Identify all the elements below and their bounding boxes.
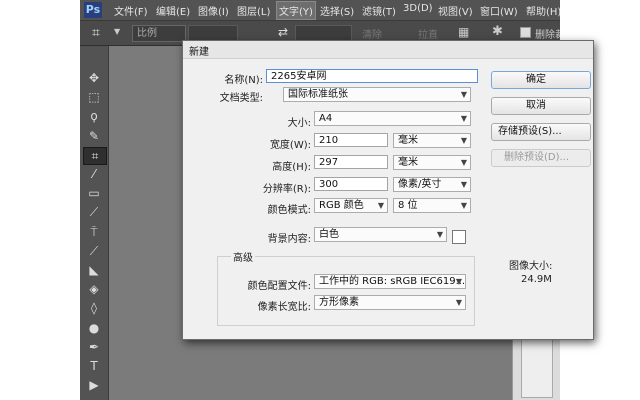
width-input[interactable]: 210: [314, 133, 388, 147]
color-mode-select[interactable]: RGB 颜色 ▼: [314, 198, 388, 213]
size-value: A4: [319, 113, 333, 124]
blur-icon[interactable]: ◊: [83, 300, 105, 316]
chevron-down-icon: ▼: [460, 114, 467, 123]
menu-file[interactable]: 文件(F): [114, 3, 148, 18]
crop-icon[interactable]: ⌗: [83, 146, 107, 165]
height-label: 高度(H):: [272, 162, 311, 173]
color-mode-value: RGB 颜色: [319, 200, 364, 211]
chevron-down-icon[interactable]: ▼: [114, 27, 120, 36]
dialog-titlebar: 新建: [183, 41, 593, 59]
background-value: 白色: [319, 229, 339, 240]
right-panel: [512, 330, 560, 400]
chevron-down-icon: ▼: [460, 201, 467, 210]
chevron-down-icon: ▼: [455, 298, 462, 307]
resolution-unit-select[interactable]: 像素/英寸 ▼: [393, 177, 471, 192]
menu-layer[interactable]: 图层(L): [237, 3, 270, 18]
save-preset-button[interactable]: 存储预设(S)...: [491, 123, 591, 141]
menu-type[interactable]: 文字(Y): [276, 1, 316, 20]
chevron-down-icon: ▼: [460, 180, 467, 189]
crop-tool-icon[interactable]: ⌗: [92, 25, 100, 41]
color-mode-label: 颜色模式:: [267, 205, 311, 216]
chevron-down-icon: ▼: [460, 136, 467, 145]
menu-select[interactable]: 选择(S): [320, 3, 354, 18]
bit-depth-select[interactable]: 8 位 ▼: [393, 198, 471, 213]
stamp-icon[interactable]: ⍑: [83, 224, 105, 240]
background-select[interactable]: 白色 ▼: [314, 227, 447, 242]
menu-3d[interactable]: 3D(D): [403, 3, 433, 14]
brush-icon[interactable]: ⟋: [83, 204, 105, 220]
paint-bucket-icon[interactable]: ◈: [83, 281, 105, 297]
name-input[interactable]: 2265安卓网: [266, 69, 478, 83]
width-label: 宽度(W):: [269, 140, 311, 151]
profile-label: 颜色配置文件:: [247, 281, 311, 292]
name-label: 名称(N):: [224, 75, 263, 86]
menu-bar: Ps 文件(F) 编辑(E) 图像(I) 图层(L) 文字(Y) 选择(S) 滤…: [80, 0, 560, 21]
menu-filter[interactable]: 滤镜(T): [362, 3, 396, 18]
delete-cropped-label: 删除裁: [535, 30, 560, 41]
pixel-aspect-label: 像素长宽比:: [257, 302, 311, 313]
menu-help[interactable]: 帮助(H): [526, 3, 560, 18]
doc-type-select[interactable]: 国际标准纸张 ▼: [283, 87, 471, 102]
lasso-icon[interactable]: ϙ: [83, 108, 105, 124]
profile-value: 工作中的 RGB: sRGB IEC619...: [319, 276, 466, 287]
marquee-icon[interactable]: ⬚: [83, 89, 105, 105]
clear-button[interactable]: 清除: [362, 26, 382, 41]
healing-icon[interactable]: ▭: [83, 185, 105, 201]
new-document-dialog: 新建 名称(N): 2265安卓网 文档类型: 国际标准纸张 ▼ 大小: A4 …: [182, 40, 594, 340]
background-color-swatch[interactable]: [452, 230, 466, 244]
resolution-input[interactable]: 300: [314, 177, 388, 191]
doc-type-label: 文档类型:: [219, 93, 263, 104]
eraser-icon[interactable]: ◣: [83, 262, 105, 278]
chevron-down-icon: ▼: [460, 158, 467, 167]
move-icon[interactable]: ✥: [83, 70, 105, 86]
panel-content: [521, 336, 553, 398]
chevron-down-icon: ▼: [455, 277, 462, 286]
tools-panel: ✥ ⬚ ϙ ✎ ⌗ ⁄ ▭ ⟋ ⍑ ⟋ ◣ ◈ ◊ ● ✒ T ▶: [80, 46, 109, 400]
dodge-icon[interactable]: ●: [83, 320, 105, 336]
chevron-down-icon: ▼: [460, 90, 467, 99]
cancel-button[interactable]: 取消: [491, 97, 591, 115]
dialog-title: 新建: [189, 47, 209, 58]
height-unit-value: 毫米: [398, 157, 418, 168]
type-icon[interactable]: T: [83, 358, 105, 374]
gear-icon[interactable]: ✱: [492, 24, 503, 39]
ps-logo: Ps: [84, 2, 102, 18]
chevron-down-icon: ▼: [377, 201, 384, 210]
history-brush-icon[interactable]: ⟋: [83, 243, 105, 259]
pixel-aspect-select[interactable]: 方形像素 ▼: [314, 295, 466, 310]
eyedropper-icon[interactable]: ⁄: [83, 166, 105, 182]
height-unit-select[interactable]: 毫米 ▼: [393, 155, 471, 170]
menu-edit[interactable]: 编辑(E): [156, 3, 190, 18]
menu-view[interactable]: 视图(V): [438, 3, 473, 18]
grid-overlay-icon[interactable]: ▦: [458, 25, 469, 39]
bit-depth-value: 8 位: [398, 200, 418, 211]
height-input[interactable]: 297: [314, 155, 388, 169]
size-select[interactable]: A4 ▼: [314, 111, 471, 126]
swap-icon[interactable]: ⇄: [278, 25, 288, 39]
background-label: 背景内容:: [267, 234, 311, 245]
advanced-label: 高级: [231, 249, 255, 264]
pen-icon[interactable]: ✒: [83, 339, 105, 355]
delete-cropped-checkbox[interactable]: [520, 27, 531, 38]
width-unit-value: 毫米: [398, 135, 418, 146]
profile-select[interactable]: 工作中的 RGB: sRGB IEC619... ▼: [314, 274, 466, 289]
menu-window[interactable]: 窗口(W): [480, 3, 518, 18]
image-size-label: 图像大小:: [509, 261, 553, 272]
resolution-label: 分辨率(R):: [262, 184, 311, 195]
image-size-value: 24.9M: [521, 274, 552, 285]
menu-image[interactable]: 图像(I): [198, 3, 229, 18]
quick-select-icon[interactable]: ✎: [83, 128, 105, 144]
doc-type-value: 国际标准纸张: [288, 89, 348, 100]
delete-preset-button[interactable]: 删除预设(D)...: [491, 149, 591, 167]
ok-button[interactable]: 确定: [491, 71, 591, 89]
resolution-unit-value: 像素/英寸: [398, 179, 442, 190]
chevron-down-icon: ▼: [436, 230, 443, 239]
ratio-select[interactable]: 比例: [132, 25, 186, 42]
size-label: 大小:: [287, 118, 311, 129]
straighten-button[interactable]: 拉直: [418, 26, 438, 41]
path-select-icon[interactable]: ▶: [83, 377, 105, 393]
pixel-aspect-value: 方形像素: [319, 297, 359, 308]
width-unit-select[interactable]: 毫米 ▼: [393, 133, 471, 148]
